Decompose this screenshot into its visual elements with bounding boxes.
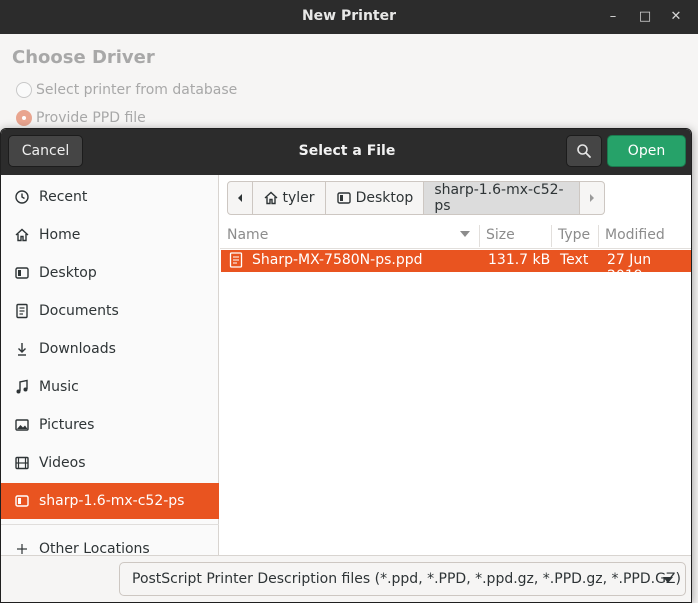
sidebar-item-sharp-folder[interactable]: sharp-1.6-mx-c52-ps: [1, 483, 219, 519]
column-separator: [598, 225, 599, 247]
home-icon: [13, 226, 31, 244]
radio-select-from-database[interactable]: Select printer from database: [16, 80, 237, 100]
sidebar-item-label: Recent: [39, 189, 88, 205]
sidebar-separator: [1, 524, 219, 525]
desktop-icon: [336, 190, 352, 206]
sidebar-item-label: sharp-1.6-mx-c52-ps: [39, 493, 185, 509]
sidebar-item-music[interactable]: Music: [1, 369, 219, 405]
path-bar: tyler Desktop sharp-1.6-mx-c52-ps: [227, 181, 605, 215]
radio-label: Provide PPD file: [36, 110, 146, 126]
radio-label: Select printer from database: [36, 82, 238, 98]
open-button[interactable]: Open: [607, 135, 686, 167]
file-type: Text: [560, 252, 589, 268]
maximize-button[interactable]: □: [635, 7, 655, 27]
desktop-icon: [13, 264, 31, 282]
sidebar-item-downloads[interactable]: Downloads: [1, 331, 219, 367]
choose-driver-heading: Choose Driver: [12, 47, 155, 68]
places-sidebar: Recent Home Desktop Documents Downloads: [1, 175, 219, 602]
sidebar-item-home[interactable]: Home: [1, 217, 219, 253]
text-file-icon: [229, 252, 243, 268]
sidebar-item-desktop[interactable]: Desktop: [1, 255, 219, 291]
path-segment-home[interactable]: tyler: [253, 182, 326, 214]
downloads-icon: [13, 340, 31, 358]
path-segment-current[interactable]: sharp-1.6-mx-c52-ps: [424, 182, 580, 214]
videos-icon: [13, 454, 31, 472]
documents-icon: [13, 302, 31, 320]
chevron-right-icon: [589, 194, 594, 202]
pictures-icon: [13, 416, 31, 434]
select-file-dialog: Cancel Select a File Open Recent Home De…: [0, 128, 692, 603]
window-titlebar: New Printer – □ ✕: [0, 0, 698, 34]
column-headers: Name Size Type Modified: [220, 223, 691, 249]
sidebar-item-label: Pictures: [39, 417, 95, 433]
path-forward-button[interactable]: [580, 182, 604, 214]
column-modified[interactable]: Modified: [605, 227, 665, 243]
minimize-button[interactable]: –: [603, 7, 623, 27]
recent-icon: [13, 188, 31, 206]
radio-provide-ppd-file[interactable]: Provide PPD file: [16, 108, 146, 128]
sidebar-item-label: Desktop: [39, 265, 97, 281]
dialog-header: Cancel Select a File Open: [1, 129, 691, 175]
file-list: Name Size Type Modified Sharp-MX-7580N-p…: [220, 223, 691, 602]
sidebar-item-recent[interactable]: Recent: [1, 179, 219, 215]
radio-unchecked-icon[interactable]: [16, 82, 32, 98]
chevron-down-icon: [663, 577, 673, 583]
path-back-button[interactable]: [228, 182, 253, 214]
path-segment-label: tyler: [282, 190, 315, 206]
path-segment-label: Desktop: [355, 190, 414, 206]
sort-descending-icon: [460, 231, 470, 237]
home-icon: [263, 190, 279, 206]
close-button[interactable]: ✕: [666, 7, 686, 27]
filter-selected-label: PostScript Printer Description files (*.…: [132, 571, 681, 587]
file-name: Sharp-MX-7580N-ps.ppd: [252, 252, 423, 268]
path-segment-desktop[interactable]: Desktop: [326, 182, 425, 214]
music-icon: [13, 378, 31, 396]
search-icon: [577, 144, 591, 158]
column-separator: [479, 225, 480, 247]
table-row[interactable]: Sharp-MX-7580N-ps.ppd 131.7 kB Text 27 J…: [221, 250, 691, 284]
file-type-filter-dropdown[interactable]: PostScript Printer Description files (*.…: [119, 562, 686, 596]
column-separator: [551, 225, 552, 247]
sidebar-item-label: Documents: [39, 303, 119, 319]
radio-checked-icon[interactable]: [16, 110, 32, 126]
sidebar-item-label: Home: [39, 227, 81, 243]
folder-icon: [13, 492, 31, 510]
sidebar-item-label: Music: [39, 379, 79, 395]
window-title: New Printer: [301, 8, 397, 24]
sidebar-item-documents[interactable]: Documents: [1, 293, 219, 329]
column-size[interactable]: Size: [486, 227, 515, 243]
file-size: 131.7 kB: [488, 252, 551, 268]
chevron-left-icon: [237, 194, 242, 202]
file-modified: 27 Jun 2019: [607, 252, 652, 284]
path-segment-label: sharp-1.6-mx-c52-ps: [434, 182, 564, 214]
sidebar-item-pictures[interactable]: Pictures: [1, 407, 219, 443]
search-button[interactable]: [566, 135, 602, 167]
sidebar-item-label: Videos: [39, 455, 86, 471]
column-name[interactable]: Name: [227, 227, 268, 243]
sidebar-item-label: Downloads: [39, 341, 116, 357]
column-type[interactable]: Type: [558, 227, 590, 243]
sidebar-item-videos[interactable]: Videos: [1, 445, 219, 481]
